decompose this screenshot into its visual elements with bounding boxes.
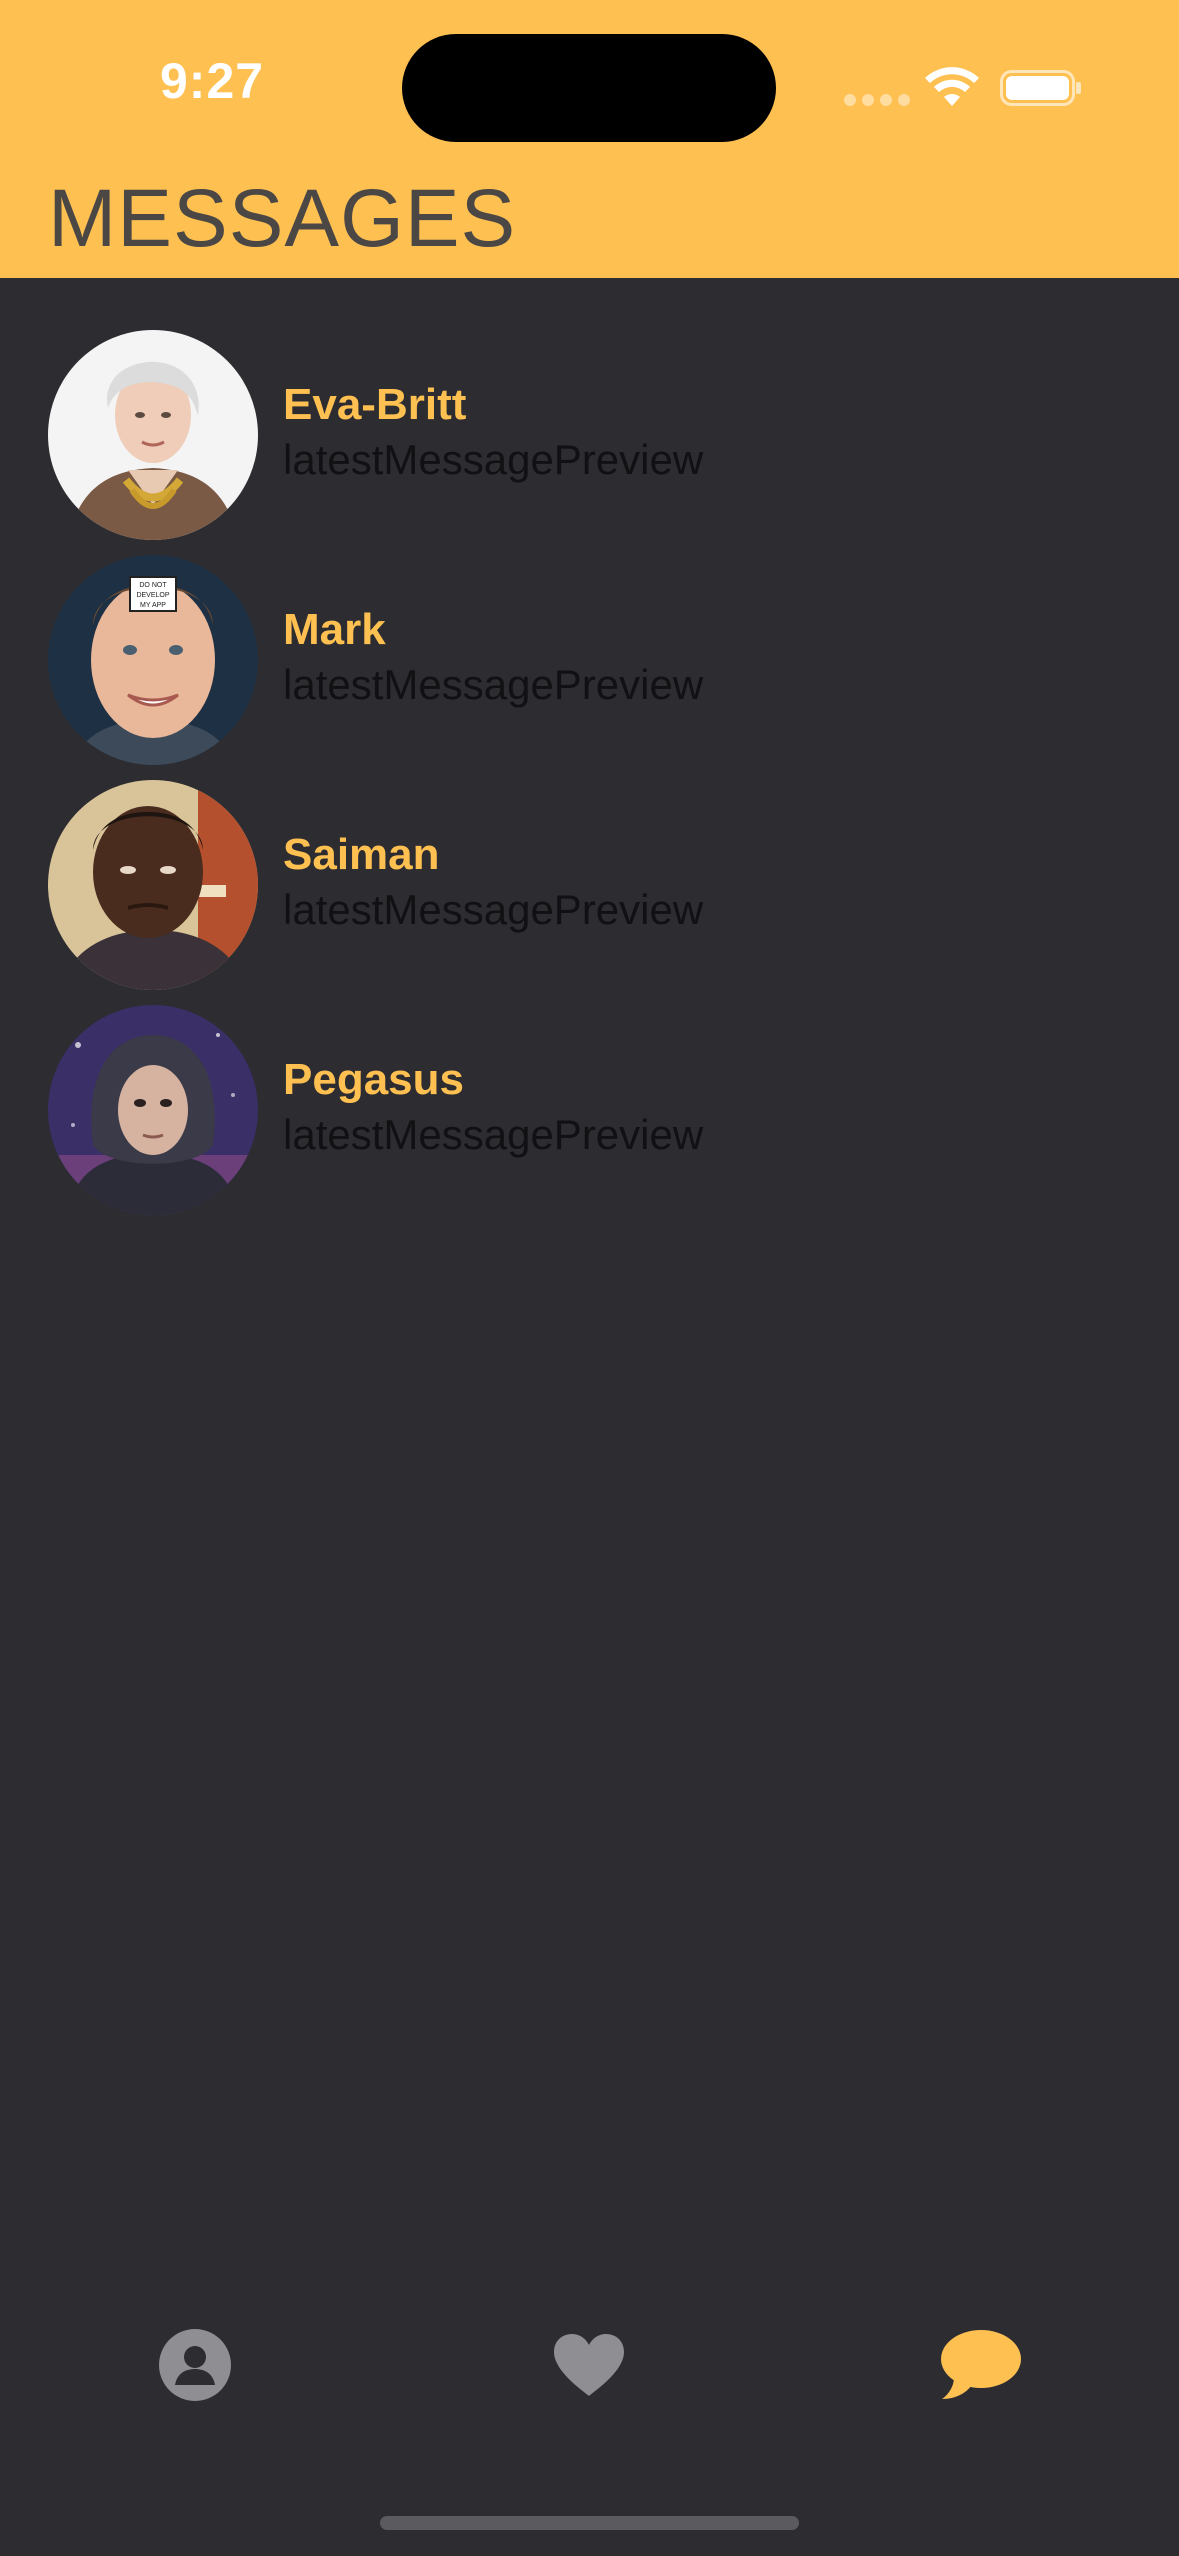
tab-bar <box>0 2320 1179 2410</box>
elderly-woman-avatar <box>48 330 258 540</box>
conversation-row[interactable]: DO NOT DEVELOP MY APP Mark latestMessage… <box>0 550 1179 775</box>
message-preview: latestMessagePreview <box>283 661 704 708</box>
man-with-sign-avatar: DO NOT DEVELOP MY APP <box>48 555 258 765</box>
svg-text:DO NOT: DO NOT <box>139 582 167 589</box>
contact-name: Mark <box>283 605 386 654</box>
tab-profile[interactable] <box>150 2320 240 2410</box>
message-preview: latestMessagePreview <box>283 436 704 483</box>
message-preview: latestMessagePreview <box>283 886 704 933</box>
svg-text:MY APP: MY APP <box>140 602 166 609</box>
chat-bubble-icon <box>941 2330 1021 2399</box>
conversation-row[interactable]: Pegasus latestMessagePreview <box>0 1000 1179 1225</box>
cellular-signal-icon <box>844 94 910 106</box>
hooded-man-avatar <box>48 1005 258 1215</box>
home-indicator[interactable] <box>380 2516 799 2530</box>
header-bar: 9:27 MESSAGES <box>0 0 1179 278</box>
status-time: 9:27 <box>160 53 265 109</box>
person-icon <box>159 2329 231 2401</box>
tab-messages[interactable] <box>936 2320 1026 2410</box>
tab-matches[interactable] <box>544 2320 634 2410</box>
conversation-row[interactable]: Eva-Britt latestMessagePreview <box>0 325 1179 550</box>
contact-name: Saiman <box>283 830 440 879</box>
conversation-list: Eva-Britt latestMessagePreview DO NOT DE… <box>0 325 1179 1225</box>
conversation-row[interactable]: Saiman latestMessagePreview <box>0 775 1179 1000</box>
contact-name: Pegasus <box>283 1055 464 1104</box>
dynamic-island <box>402 34 776 142</box>
young-man-avatar <box>48 780 258 990</box>
page-title: MESSAGES <box>48 173 517 264</box>
svg-text:DEVELOP: DEVELOP <box>136 592 169 599</box>
wifi-icon <box>925 67 979 106</box>
contact-name: Eva-Britt <box>283 380 467 429</box>
heart-icon <box>554 2334 624 2396</box>
message-preview: latestMessagePreview <box>283 1111 704 1158</box>
battery-icon <box>1000 70 1081 106</box>
